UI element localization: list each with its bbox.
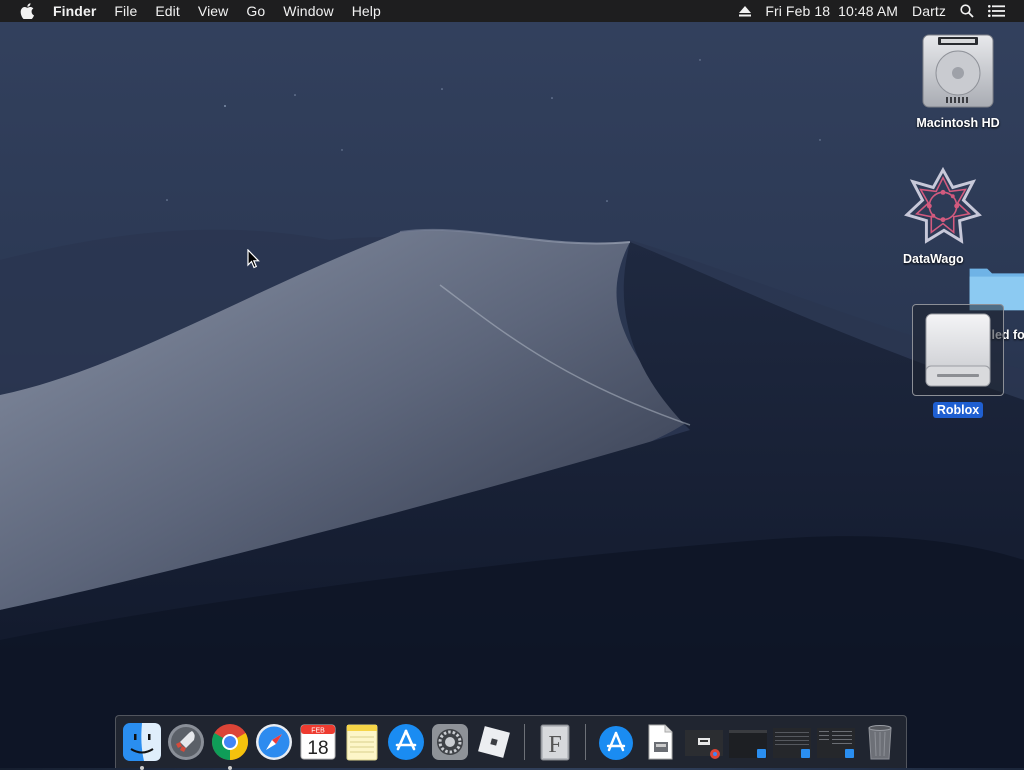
dock-item-finder-window-3[interactable] [814,720,858,764]
dock-item-font-book[interactable]: F [533,720,577,764]
document-icon [648,724,673,760]
calendar-icon: FEB 18 [300,724,336,760]
finder-window-thumbnail-icon [729,730,767,758]
menubar-clock[interactable]: Fri Feb 18 10:48 AM [758,0,905,22]
menu-view[interactable]: View [189,0,238,22]
desktop-icon-roblox[interactable]: Roblox [903,304,1013,419]
chrome-icon [211,724,249,760]
dock-item-safari[interactable] [252,720,296,764]
dock-item-system-preferences[interactable] [428,720,472,764]
menu-go[interactable]: Go [237,0,274,22]
dock-item-notes[interactable] [340,720,384,764]
calendar-month: FEB [311,728,325,735]
chrome-window-thumbnail-icon [685,730,723,759]
dock-separator [585,724,586,760]
finder-window-thumbnail-icon-2 [773,728,811,758]
system-preferences-icon [432,724,468,760]
finder-window-thumbnail-icon-3 [817,728,855,758]
font-book-glyph: F [548,732,561,758]
spotlight-search-icon[interactable] [953,4,981,18]
menu-help[interactable]: Help [343,0,390,22]
dock-item-roblox[interactable] [472,720,516,764]
app-store-icon [388,724,424,760]
mouse-cursor-icon [247,249,260,269]
desktop-icon-datawago[interactable]: DataWago [903,166,983,266]
safari-icon [256,724,292,760]
apple-menu-icon[interactable] [16,0,38,22]
external-disk-icon [912,304,1004,396]
running-indicator [140,766,144,770]
roblox-icon [478,726,510,758]
dock-item-finder[interactable] [120,720,164,770]
dock-item-app-store-downloads[interactable] [594,720,638,764]
dock-separator [524,724,525,760]
hard-drive-icon [918,30,998,110]
calendar-day: 18 [307,738,328,759]
font-book-icon: F [540,724,570,761]
app-store-folder-icon [599,726,633,760]
dock-item-app-store[interactable] [384,720,428,764]
menu-bar: Finder File Edit View Go Window Help Fri… [0,0,1024,22]
notes-icon [346,724,378,761]
dock-item-document[interactable] [638,720,682,764]
menu-edit[interactable]: Edit [146,0,189,22]
launchpad-icon [168,724,204,760]
dock-item-launchpad[interactable] [164,720,208,764]
notification-center-icon[interactable] [981,5,1012,17]
menubar-user[interactable]: Dartz [905,0,953,22]
menu-window[interactable]: Window [274,0,342,22]
dock-item-finder-window-2[interactable] [770,720,814,764]
desktop-wallpaper [0,0,1024,768]
datawago-app-icon [903,166,983,246]
desktop-icon-macintosh-hd[interactable]: Macintosh HD [903,30,1013,130]
finder-icon [123,723,161,761]
desktop-icon-label: Macintosh HD [916,116,1000,130]
dock-item-chrome-window[interactable] [682,720,726,764]
menu-finder[interactable]: Finder [44,0,105,22]
running-indicator [228,766,232,770]
menu-file[interactable]: File [105,0,146,22]
dock-item-finder-window[interactable] [726,720,770,764]
desktop-icon-label-selected: Roblox [932,402,984,418]
dock: FEB 18 F [115,715,907,770]
eject-icon[interactable] [732,5,758,17]
dock-item-trash[interactable] [858,720,902,764]
dock-item-calendar[interactable]: FEB 18 [296,720,340,764]
trash-icon [868,725,892,760]
dock-item-google-chrome[interactable] [208,720,252,770]
